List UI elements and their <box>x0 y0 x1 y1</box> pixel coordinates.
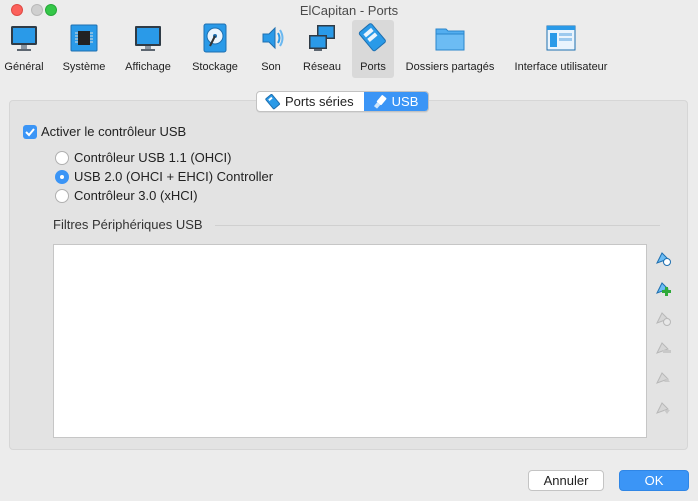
toolbar-item-general[interactable]: Général <box>3 20 45 78</box>
tab-usb-label: USB <box>391 94 419 109</box>
toolbar-item-user-interface[interactable]: Interface utilisateur <box>511 20 611 78</box>
radio-usb-2-0-label[interactable]: USB 2.0 (OHCI + EHCI) Controller <box>74 169 273 184</box>
radio-usb-1-1[interactable] <box>55 151 69 165</box>
ports-icon <box>358 23 386 52</box>
folder-icon <box>435 28 465 51</box>
settings-window: ElCapitan - Ports Général Système Affich… <box>0 0 698 501</box>
usb-filters-list[interactable] <box>53 244 647 438</box>
toolbar-item-storage[interactable]: Stockage <box>189 20 241 78</box>
section-divider <box>215 225 660 226</box>
storage-disk-icon <box>203 23 227 53</box>
add-filter-from-device-icon[interactable] <box>654 279 672 297</box>
user-interface-window-icon <box>546 25 576 51</box>
tab-usb[interactable]: USB <box>363 92 429 111</box>
ok-button[interactable]: OK <box>619 470 689 491</box>
move-filter-up-icon[interactable] <box>654 369 672 387</box>
edit-filter-icon[interactable] <box>654 309 672 327</box>
settings-toolbar: Général Système Affichage Stockage Son R… <box>0 20 698 80</box>
checkmark-icon <box>25 128 35 137</box>
add-empty-filter-icon[interactable] <box>654 249 672 267</box>
move-filter-down-icon[interactable] <box>654 399 672 417</box>
window-title: ElCapitan - Ports <box>299 3 399 18</box>
enable-usb-controller-label[interactable]: Activer le contrôleur USB <box>41 124 186 139</box>
toolbar-item-network[interactable]: Réseau <box>300 20 344 78</box>
cancel-button[interactable]: Annuler <box>528 470 604 491</box>
toolbar-item-display[interactable]: Affichage <box>121 20 175 78</box>
toolbar-item-system[interactable]: Système <box>59 20 109 78</box>
radio-usb-3-0[interactable] <box>55 189 69 203</box>
serial-port-icon <box>265 93 281 109</box>
radio-usb-2-0[interactable] <box>55 170 69 184</box>
toolbar-item-audio[interactable]: Son <box>255 20 287 78</box>
display-monitor-icon <box>135 26 161 51</box>
enable-usb-controller-checkbox[interactable] <box>23 125 37 139</box>
usb-icon <box>373 94 387 109</box>
radio-usb-3-0-label[interactable]: Contrôleur 3.0 (xHCI) <box>74 188 198 203</box>
network-icon <box>309 25 335 51</box>
system-chip-icon <box>70 24 98 52</box>
toolbar-item-shared-folders[interactable]: Dossiers partagés <box>404 20 496 78</box>
toolbar-item-ports[interactable]: Ports <box>352 20 394 78</box>
speaker-icon <box>262 26 284 50</box>
remove-filter-icon[interactable] <box>654 339 672 357</box>
ports-tab-bar: Ports séries USB <box>256 91 430 112</box>
radio-usb-1-1-label[interactable]: Contrôleur USB 1.1 (OHCI) <box>74 150 232 165</box>
usb-filters-section-label: Filtres Périphériques USB <box>53 217 203 232</box>
tab-serial-ports-label: Ports séries <box>285 94 354 109</box>
title-bar: ElCapitan - Ports <box>0 0 698 22</box>
tab-serial-ports[interactable]: Ports séries <box>257 92 364 111</box>
general-monitor-icon <box>11 26 37 51</box>
